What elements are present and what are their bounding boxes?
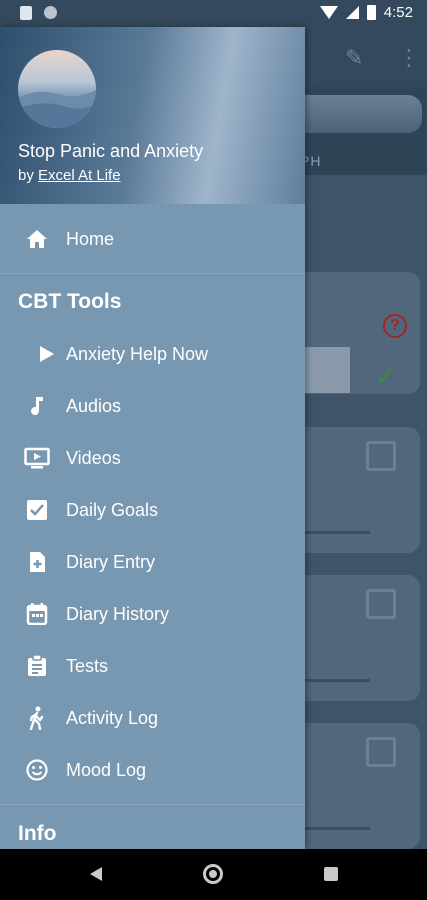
- menu-item-label: Diary Entry: [66, 551, 156, 572]
- smiley-icon: [24, 757, 50, 783]
- menu-item-label: Home: [66, 228, 115, 249]
- system-nav-bar: [0, 849, 427, 900]
- drawer-header: Stop Panic and Anxiety by Excel At Life: [0, 27, 305, 204]
- home-icon: [24, 226, 50, 252]
- recents-icon[interactable]: [324, 867, 338, 881]
- author-byline: by Excel At Life: [18, 167, 121, 184]
- menu-item-diary-entry[interactable]: Diary Entry: [0, 536, 305, 588]
- menu-item-anxiety-help-now[interactable]: Anxiety Help Now: [0, 328, 305, 380]
- app-logo: [18, 50, 96, 128]
- status-bar: 4:52: [0, 0, 427, 27]
- calendar-icon: [366, 589, 396, 619]
- walking-icon: [24, 705, 50, 731]
- help-icon: ?: [383, 314, 407, 338]
- menu-item-videos[interactable]: Videos: [0, 432, 305, 484]
- menu-item-mood-log[interactable]: Mood Log: [0, 744, 305, 796]
- menu-item-home[interactable]: Home: [0, 213, 305, 265]
- menu-item-label: Videos: [66, 447, 121, 468]
- app-title: Stop Panic and Anxiety: [18, 141, 204, 161]
- author-link[interactable]: Excel At Life: [38, 167, 121, 184]
- battery-icon: [366, 5, 376, 20]
- section-title-info: Info: [18, 822, 57, 845]
- status-time: 4:52: [383, 4, 413, 21]
- back-icon[interactable]: [90, 867, 102, 881]
- play-icon: [34, 341, 60, 367]
- sd-card-icon: [20, 6, 32, 20]
- menu-item-audios[interactable]: Audios: [0, 380, 305, 432]
- menu-item-diary-history[interactable]: Diary History: [0, 588, 305, 640]
- menu-item-activity-log[interactable]: Activity Log: [0, 692, 305, 744]
- checkmark-icon: ✓: [375, 361, 397, 391]
- menu-item-label: Activity Log: [66, 707, 159, 728]
- menu-item-tests[interactable]: Tests: [0, 640, 305, 692]
- divider: [0, 273, 305, 274]
- menu-item-daily-goals[interactable]: Daily Goals: [0, 484, 305, 536]
- calendar-icon: [366, 737, 396, 767]
- wifi-icon: [319, 6, 338, 19]
- signal-icon: [345, 6, 359, 19]
- byline-prefix: by: [18, 167, 34, 184]
- menu-item-label: Mood Log: [66, 759, 147, 780]
- menu-item-label: Tests: [66, 655, 109, 676]
- calendar-icon: [24, 601, 50, 627]
- home-button-icon[interactable]: [203, 864, 223, 884]
- menu-item-label: Audios: [66, 395, 122, 416]
- checkbox-icon: [24, 497, 50, 523]
- section-title-cbt-tools: CBT Tools: [18, 290, 122, 313]
- add-document-icon: [24, 549, 50, 575]
- video-icon: [24, 445, 50, 471]
- clipboard-icon: [24, 653, 50, 679]
- navigation-drawer: Stop Panic and Anxiety by Excel At Life …: [0, 27, 305, 849]
- notification-dot-icon: [44, 6, 57, 19]
- music-note-icon: [24, 393, 50, 419]
- overflow-menu-icon[interactable]: ⋮: [398, 45, 420, 71]
- menu-item-label: Anxiety Help Now: [66, 343, 209, 364]
- edit-icon[interactable]: ✎: [345, 45, 363, 71]
- calendar-icon: [366, 441, 396, 471]
- divider: [0, 804, 305, 805]
- menu-item-label: Daily Goals: [66, 499, 159, 520]
- menu-item-label: Diary History: [66, 603, 170, 624]
